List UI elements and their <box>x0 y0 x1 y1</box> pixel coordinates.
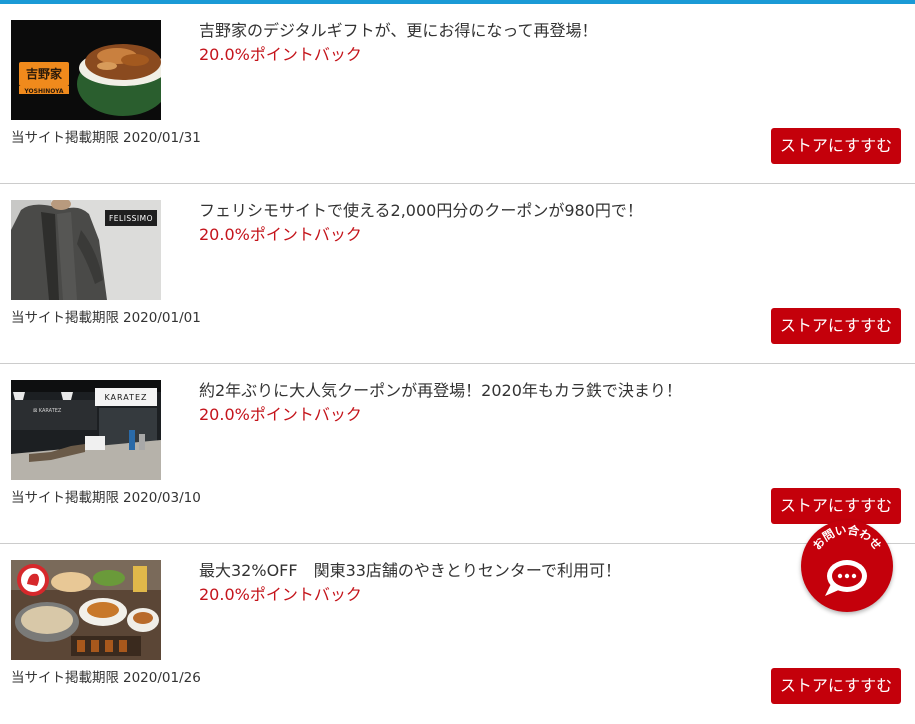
offer-title[interactable]: 約2年ぶりに大人気クーポンが再登場！2020年もカラ鉄で決まり！ <box>199 380 682 402</box>
deadline-label: 当サイト掲載期限 <box>11 130 119 146</box>
offer-card: ⊠ KARATEZ KARATEZ 約2年ぶりに大人気クーポンが再登場！2020… <box>0 364 915 544</box>
offer-thumbnail-felissimo[interactable]: FELISSIMO <box>11 200 161 300</box>
karatez-logo-text: KARATEZ <box>104 393 147 402</box>
store-button[interactable]: ストアにすすむ <box>771 128 901 164</box>
chat-bubble-icon <box>825 560 867 596</box>
offer-points: 20.0%ポイントバック <box>199 45 362 64</box>
deadline-date: 2020/01/01 <box>123 310 201 326</box>
store-button[interactable]: ストアにすすむ <box>771 668 901 704</box>
store-button[interactable]: ストアにすすむ <box>771 488 901 524</box>
offer-thumbnail-yakitori-center[interactable] <box>11 560 161 660</box>
offer-points: 20.0%ポイントバック <box>199 405 362 424</box>
store-button[interactable]: ストアにすすむ <box>771 308 901 344</box>
offer-card: FELISSIMO フェリシモサイトで使える2,000円分のクーポンが980円で… <box>0 184 915 364</box>
offer-points: 20.0%ポイントバック <box>199 225 362 244</box>
contact-label: お問い合わせ <box>810 523 885 553</box>
svg-text:⊠ KARATEZ: ⊠ KARATEZ <box>33 408 62 414</box>
deadline-date: 2020/01/31 <box>123 130 201 146</box>
offer-deadline: 当サイト掲載期限 2020/01/26 <box>11 669 201 687</box>
felissimo-logo-text: FELISSIMO <box>109 214 153 223</box>
offer-card: 最大32%OFF 関東33店舗のやきとりセンターで利用可！ 20.0%ポイントバ… <box>0 544 915 724</box>
yoshinoya-logo-text: 吉野家 <box>26 66 63 81</box>
offer-deadline: 当サイト掲載期限 2020/03/10 <box>11 489 201 507</box>
yoshinoya-logo-sub: YOSHINOYA <box>23 88 63 95</box>
offer-card: 吉野家 YOSHINOYA 吉野家のデジタルギフトが、更にお得になって再登場！ … <box>0 4 915 184</box>
offer-deadline: 当サイト掲載期限 2020/01/01 <box>11 309 201 327</box>
deadline-label: 当サイト掲載期限 <box>11 490 119 506</box>
offer-title[interactable]: 最大32%OFF 関東33店舗のやきとりセンターで利用可！ <box>199 560 621 582</box>
offer-deadline: 当サイト掲載期限 2020/01/31 <box>11 129 201 147</box>
offer-points: 20.0%ポイントバック <box>199 585 362 604</box>
deadline-label: 当サイト掲載期限 <box>11 670 119 686</box>
offer-title[interactable]: 吉野家のデジタルギフトが、更にお得になって再登場！ <box>199 20 598 42</box>
contact-button[interactable]: お問い合わせ <box>801 520 893 612</box>
deadline-date: 2020/03/10 <box>123 490 201 506</box>
deadline-label: 当サイト掲載期限 <box>11 310 119 326</box>
deadline-date: 2020/01/26 <box>123 670 201 686</box>
offer-title[interactable]: フェリシモサイトで使える2,000円分のクーポンが980円で！ <box>199 200 643 222</box>
offer-thumbnail-karatez[interactable]: ⊠ KARATEZ KARATEZ <box>11 380 161 480</box>
offer-thumbnail-yoshinoya[interactable]: 吉野家 YOSHINOYA <box>11 20 161 120</box>
